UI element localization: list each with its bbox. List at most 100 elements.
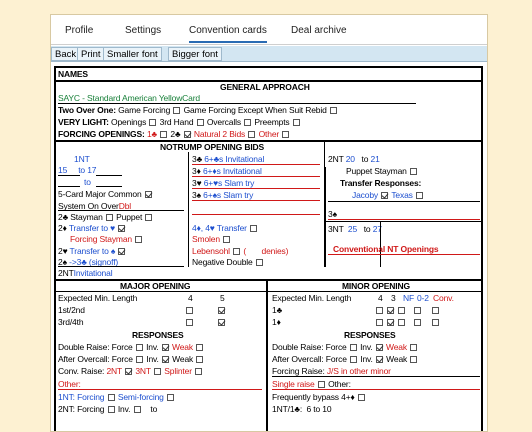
game-forcing-checkbox[interactable] xyxy=(173,107,181,114)
tab-convention-cards[interactable]: Convention cards xyxy=(189,25,267,43)
overcalls-checkbox[interactable] xyxy=(244,119,252,126)
minor-after-overcall-force-checkbox[interactable] xyxy=(350,356,358,363)
game-forcing-label: Game Forcing xyxy=(118,105,171,115)
minor-after-overcall-inv-checkbox[interactable] xyxy=(375,356,383,363)
field-underline xyxy=(192,188,320,189)
two-nt-to-value[interactable]: 21 xyxy=(371,154,380,164)
very-light-label: VERY LIGHT: xyxy=(58,117,109,127)
major-expected-label: Expected Min. Length xyxy=(58,293,138,303)
major-two-nt-forcing-checkbox[interactable] xyxy=(107,406,115,413)
minor-one-diamond-nf-checkbox[interactable] xyxy=(398,319,406,326)
two-heart-transfer-checkbox[interactable] xyxy=(118,248,126,255)
minor-one-club-02-checkbox[interactable] xyxy=(414,307,422,314)
minor-forcing-raise-value[interactable]: J/S in other minor xyxy=(327,366,391,376)
lebensohl-checkbox[interactable] xyxy=(233,248,241,255)
one-club-checkbox[interactable] xyxy=(160,131,168,138)
minor-single-raise-checkbox[interactable] xyxy=(317,381,325,388)
smolen-checkbox[interactable] xyxy=(223,236,231,243)
major-first-second-5 xyxy=(217,305,226,315)
texas-checkbox[interactable] xyxy=(416,192,424,199)
minor-one-club-3-checkbox[interactable] xyxy=(387,307,395,314)
system-value[interactable]: SAYC - Standard American YellowCard xyxy=(58,93,200,103)
minor-double-raise-inv-checkbox[interactable] xyxy=(375,344,383,351)
five-card-major-row: 5-Card Major Common xyxy=(58,189,153,199)
tab-settings[interactable]: Settings xyxy=(125,25,161,36)
three-club-value[interactable]: 6+♣s Invitational xyxy=(204,154,264,164)
three-diamond-value[interactable]: 6+♦s Invitational xyxy=(203,166,262,176)
major-one-nt-forcing-checkbox[interactable] xyxy=(107,394,115,401)
preempts-label: Preempts xyxy=(254,117,290,127)
two-diamond-label: 2♦ xyxy=(58,223,67,233)
minor-one-diamond-conv-checkbox[interactable] xyxy=(431,319,439,326)
major-conv-raise-row: Conv. Raise: 2NT 3NT Splinter xyxy=(58,366,203,376)
four-transfer-checkbox[interactable] xyxy=(250,225,258,232)
three-heart-row: 3♥ 6+♥s Slam try xyxy=(192,178,254,188)
range-to-value[interactable]: 17 xyxy=(87,165,96,175)
puppet-stayman-checkbox[interactable] xyxy=(409,168,417,175)
puppet-checkbox[interactable] xyxy=(145,214,153,221)
minor-one-club-4-checkbox[interactable] xyxy=(376,307,383,314)
negative-double-checkbox[interactable] xyxy=(255,259,263,266)
two-nt-open-label: 2NT xyxy=(328,154,344,164)
five-card-major-checkbox[interactable] xyxy=(144,191,152,198)
minor-double-raise-weak-checkbox[interactable] xyxy=(410,344,418,351)
major-after-overcall-inv-label: Inv. xyxy=(146,354,159,364)
field-underline xyxy=(328,219,480,220)
minor-one-club-conv-checkbox[interactable] xyxy=(431,307,439,314)
major-first-second-5-checkbox[interactable] xyxy=(218,307,225,314)
natural-2-bids-checkbox[interactable] xyxy=(248,131,256,138)
major-double-raise-force-checkbox[interactable] xyxy=(135,344,143,351)
minor-one-diamond-3-checkbox[interactable] xyxy=(387,319,395,326)
forcing-stayman-checkbox[interactable] xyxy=(135,236,143,243)
major-third-fourth-5 xyxy=(217,317,226,327)
major-after-overcall-weak-checkbox[interactable] xyxy=(196,356,204,363)
stayman-checkbox[interactable] xyxy=(105,214,113,221)
field-underline xyxy=(96,175,122,176)
minor-after-overcall-weak-checkbox[interactable] xyxy=(410,356,418,363)
two-diamond-transfer-checkbox[interactable] xyxy=(118,225,126,232)
major-conv-raise-3nt-checkbox[interactable] xyxy=(154,368,162,375)
major-after-overcall-inv-checkbox[interactable] xyxy=(161,356,169,363)
three-spade-value[interactable]: 6+♠s Slam try xyxy=(203,190,253,200)
major-after-overcall-force-checkbox[interactable] xyxy=(136,356,144,363)
other-checkbox[interactable] xyxy=(282,131,290,138)
range-from-value[interactable]: 15 xyxy=(58,165,67,175)
print-button[interactable]: Print xyxy=(77,47,105,61)
minor-one-club-nf-checkbox[interactable] xyxy=(398,307,406,314)
major-double-raise-weak-checkbox[interactable] xyxy=(196,344,204,351)
major-conv-raise-2nt-checkbox[interactable] xyxy=(125,368,133,375)
preempts-checkbox[interactable] xyxy=(292,119,300,126)
minor-one-nt-range-value[interactable]: 6 to 10 xyxy=(306,404,331,414)
three-heart-value[interactable]: 6+♥s Slam try xyxy=(204,178,255,188)
major-semi-forcing-checkbox[interactable] xyxy=(166,394,174,401)
major-third-fourth-4-checkbox[interactable] xyxy=(186,319,193,326)
minor-single-raise-label: Single raise xyxy=(272,379,315,389)
minor-double-raise-force-checkbox[interactable] xyxy=(349,344,357,351)
third-hand-checkbox[interactable] xyxy=(196,119,204,126)
minor-one-diamond-02-checkbox[interactable] xyxy=(414,319,422,326)
major-two-nt-inv-checkbox[interactable] xyxy=(133,406,141,413)
openings-checkbox[interactable] xyxy=(149,119,157,126)
three-nt-from-value[interactable]: 25 xyxy=(348,224,357,234)
two-club-checkbox[interactable] xyxy=(183,131,191,138)
two-nt-value[interactable]: Invitational xyxy=(74,268,113,278)
major-third-fourth-5-checkbox[interactable] xyxy=(218,319,225,326)
major-double-raise-inv-checkbox[interactable] xyxy=(161,344,169,351)
bigger-font-button[interactable]: Bigger font xyxy=(168,47,222,61)
jacoby-checkbox[interactable] xyxy=(381,192,389,199)
system-underline xyxy=(58,103,416,104)
two-over-one-row: Two Over One: Game Forcing Game Forcing … xyxy=(58,105,338,115)
back-button[interactable]: Back xyxy=(51,47,81,61)
minor-col-nf: NF xyxy=(403,293,415,303)
tab-profile[interactable]: Profile xyxy=(65,25,93,36)
smaller-font-button[interactable]: Smaller font xyxy=(103,47,162,61)
major-conv-raise-splinter-checkbox[interactable] xyxy=(195,368,203,375)
two-nt-from-value[interactable]: 20 xyxy=(346,154,355,164)
negative-double-row: Negative Double xyxy=(192,257,264,267)
minor-one-diamond-4-checkbox[interactable] xyxy=(376,319,383,326)
minor-frequently-bypass-checkbox[interactable] xyxy=(357,394,365,401)
tab-deal-archive[interactable]: Deal archive xyxy=(291,25,347,36)
major-first-second-4-checkbox[interactable] xyxy=(186,307,193,314)
game-forcing-except-checkbox[interactable] xyxy=(329,107,337,114)
major-first-second-label: 1st/2nd xyxy=(58,305,85,315)
